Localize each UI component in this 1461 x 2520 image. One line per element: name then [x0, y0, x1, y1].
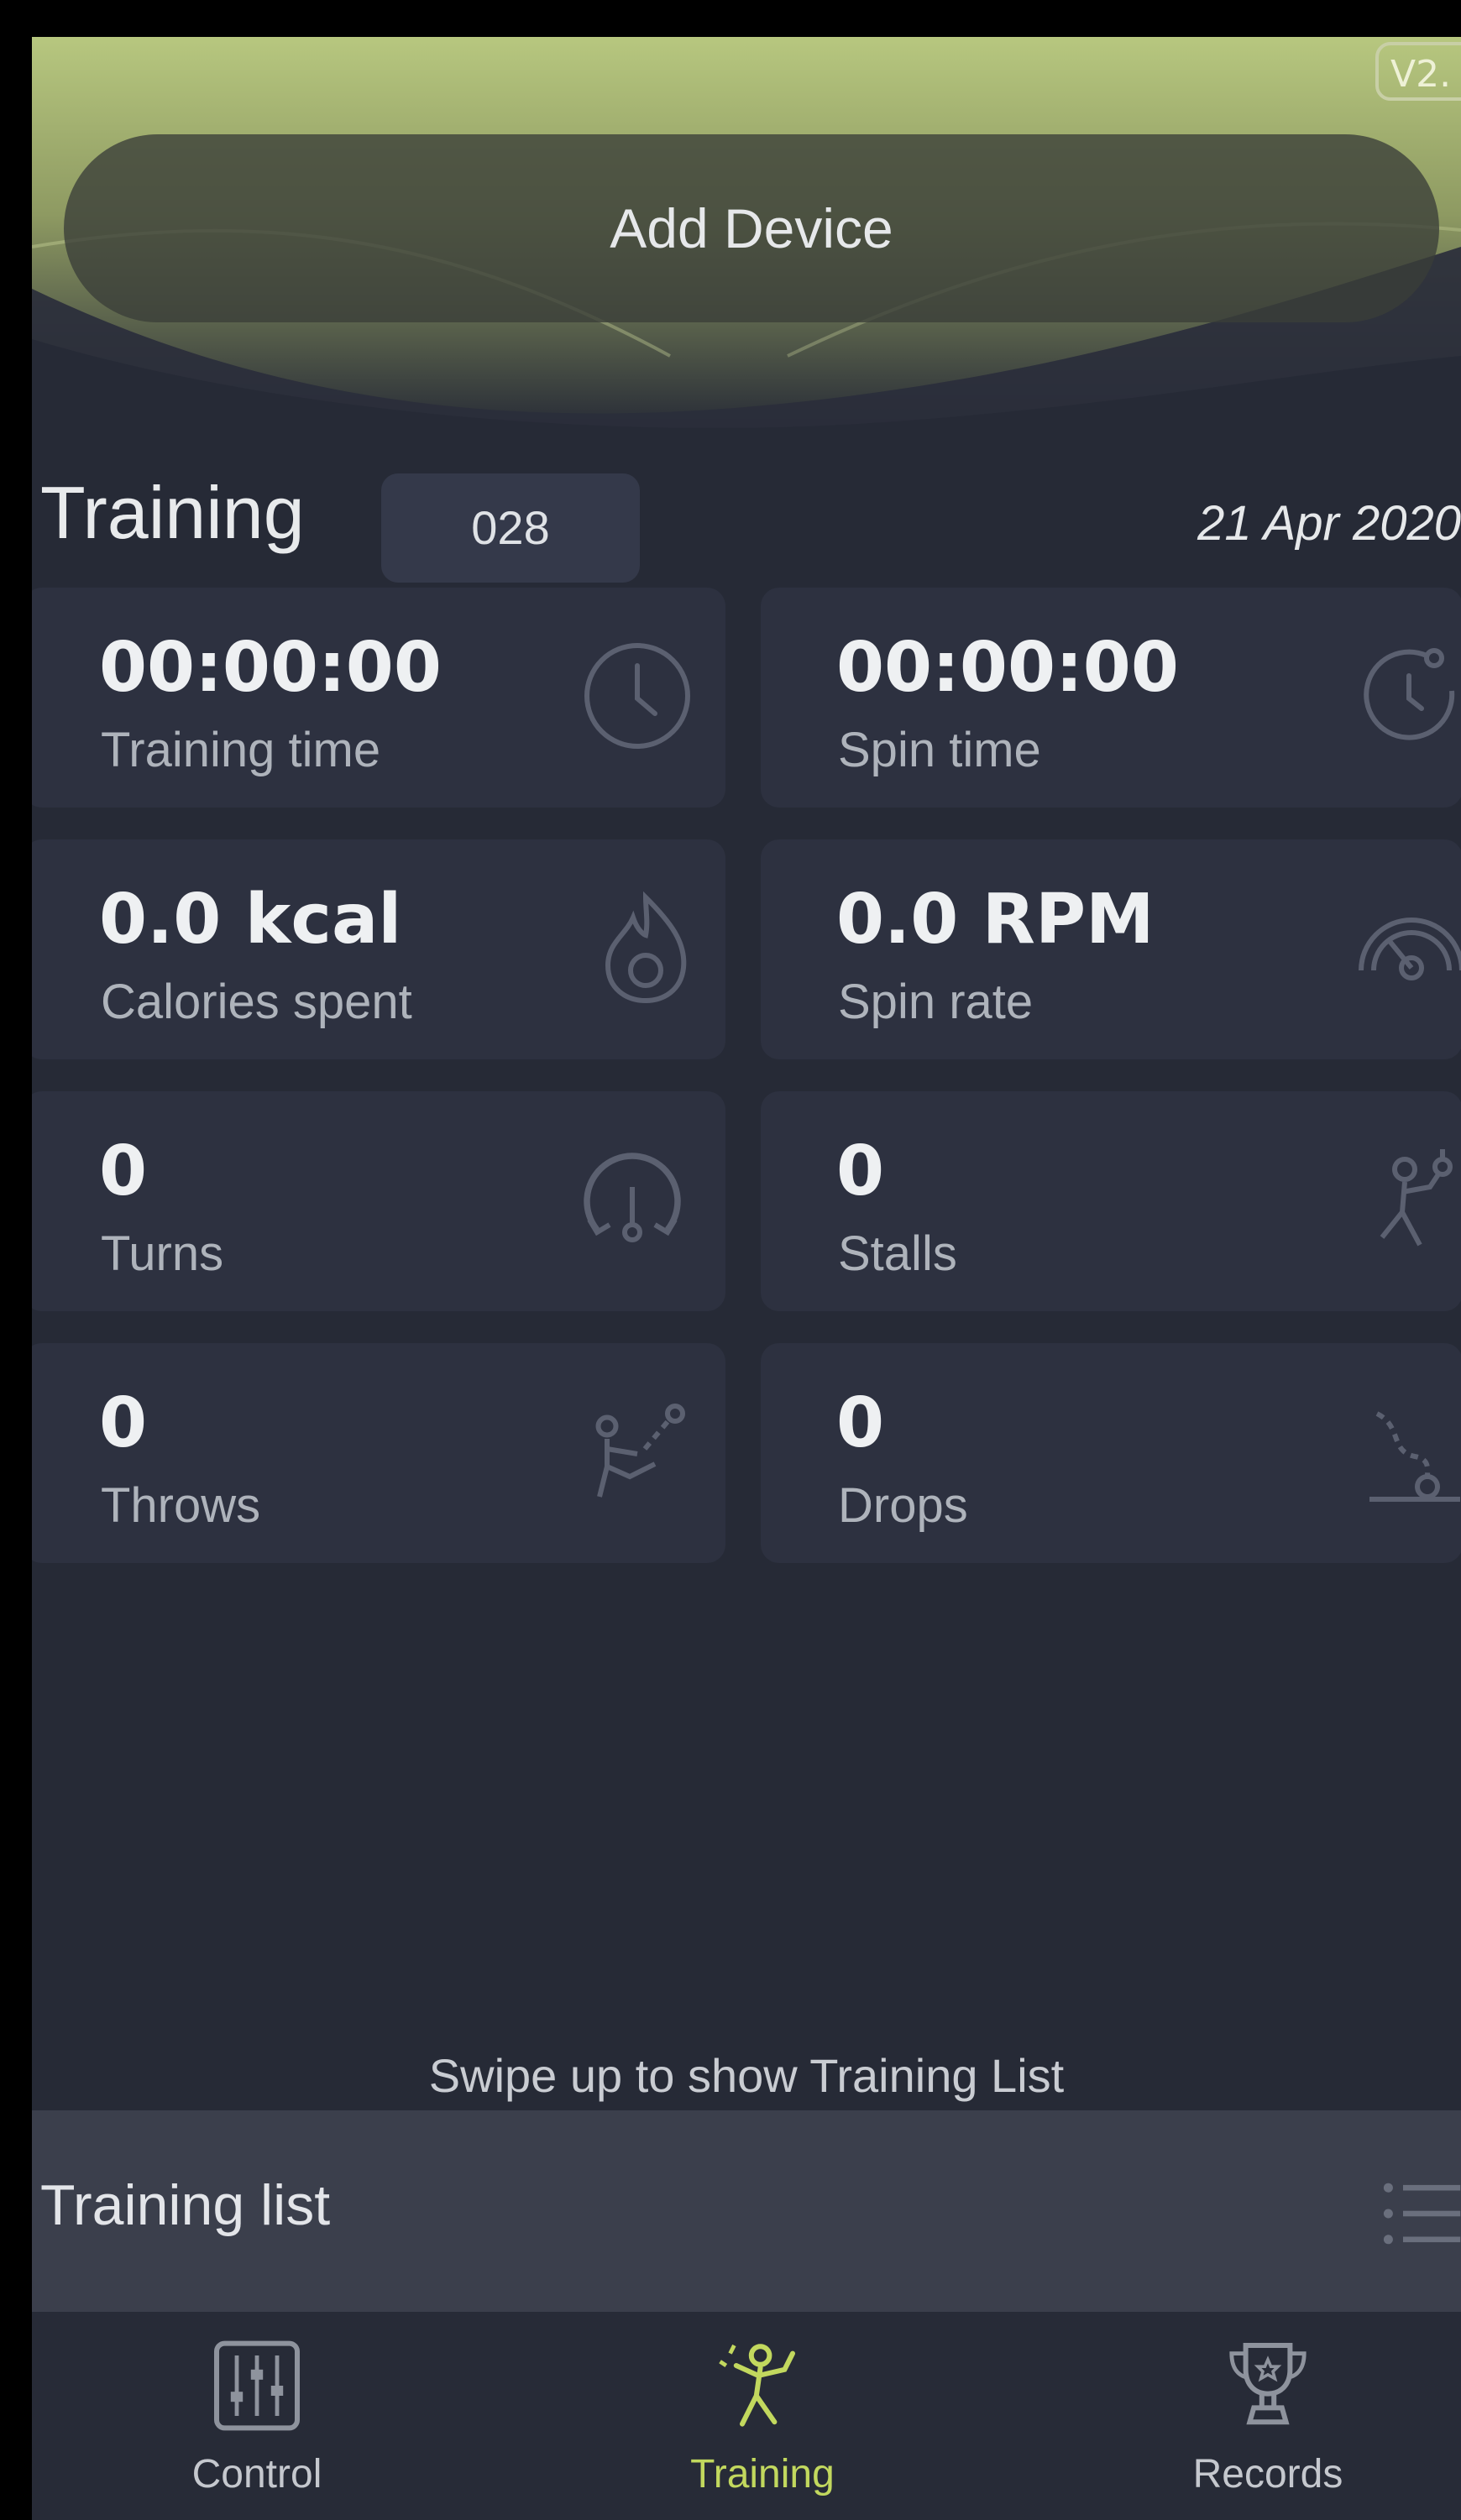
stat-value: 0 [836, 1132, 885, 1211]
app-screen: V2. Add Device Training 028 21 Apr 2020 … [32, 37, 1461, 2520]
stat-card-drops: 0 Drops [761, 1343, 1461, 1563]
stat-value: 0.0 kcal [99, 880, 402, 959]
flame-icon [583, 885, 709, 1011]
training-figure-icon [712, 2335, 813, 2436]
bottom-navigation: Control Training Records [32, 2312, 1461, 2520]
stat-label: Drops [838, 1478, 968, 1533]
training-header-row: Training 028 21 Apr 2020 [32, 448, 1461, 583]
nav-label: Control [191, 2452, 322, 2496]
stat-card-calories: 0.0 kcal Calories spent [32, 839, 725, 1059]
stat-label: Stalls [838, 1226, 957, 1281]
stat-card-throws: 0 Throws [32, 1343, 725, 1563]
stat-card-spin-rate: 0.0 RPM Spin rate [761, 839, 1461, 1059]
session-number-badge: 028 [381, 473, 640, 583]
speedometer-icon [1348, 885, 1461, 1011]
stat-label: Turns [101, 1226, 224, 1281]
nav-item-control[interactable]: Control [81, 2312, 433, 2520]
control-sliders-icon [207, 2335, 307, 2436]
stat-value: 0 [99, 1132, 148, 1211]
nav-item-training[interactable]: Training [586, 2312, 939, 2520]
swipe-hint: Swipe up to show Training List [428, 2049, 1065, 2102]
stat-value: 0 [836, 1383, 885, 1463]
nav-label: Training [690, 2452, 835, 2496]
training-list-panel[interactable]: Training list [32, 2110, 1461, 2312]
version-badge: V2. [1375, 42, 1461, 101]
training-date: 21 Apr 2020 [1197, 496, 1461, 551]
list-icon[interactable] [1375, 2167, 1461, 2260]
header: V2. Add Device [32, 37, 1461, 431]
stat-label: Spin rate [838, 975, 1034, 1029]
stat-card-training-time: 00:00:00 Training time [32, 588, 725, 808]
stat-card-stalls: 0 Stalls [761, 1091, 1461, 1311]
stat-label: Calories spent [101, 975, 412, 1029]
stat-label: Throws [101, 1478, 261, 1533]
drop-diabolo-icon [1352, 1388, 1461, 1514]
add-device-button[interactable]: Add Device [64, 134, 1439, 322]
throw-player-icon [574, 1388, 700, 1514]
clock-icon [574, 633, 700, 759]
stat-value: 0 [99, 1383, 148, 1463]
stat-value: 00:00:00 [99, 628, 442, 708]
stat-card-turns: 0 Turns [32, 1091, 725, 1311]
training-list-title: Training list [40, 2173, 331, 2237]
nav-label: Records [1192, 2452, 1343, 2496]
stat-value: 00:00:00 [836, 628, 1179, 708]
nav-item-records[interactable]: Records [1092, 2312, 1444, 2520]
stat-label: Training time [101, 723, 381, 777]
trophy-icon [1218, 2335, 1318, 2436]
spin-timer-icon [1348, 633, 1461, 759]
stat-card-spin-time: 00:00:00 Spin time [761, 588, 1461, 808]
stall-player-icon [1352, 1137, 1461, 1263]
stat-value: 0.0 RPM [836, 880, 1155, 959]
training-title: Training [40, 471, 305, 554]
stat-label: Spin time [838, 723, 1041, 777]
turn-arrows-icon [569, 1137, 695, 1263]
